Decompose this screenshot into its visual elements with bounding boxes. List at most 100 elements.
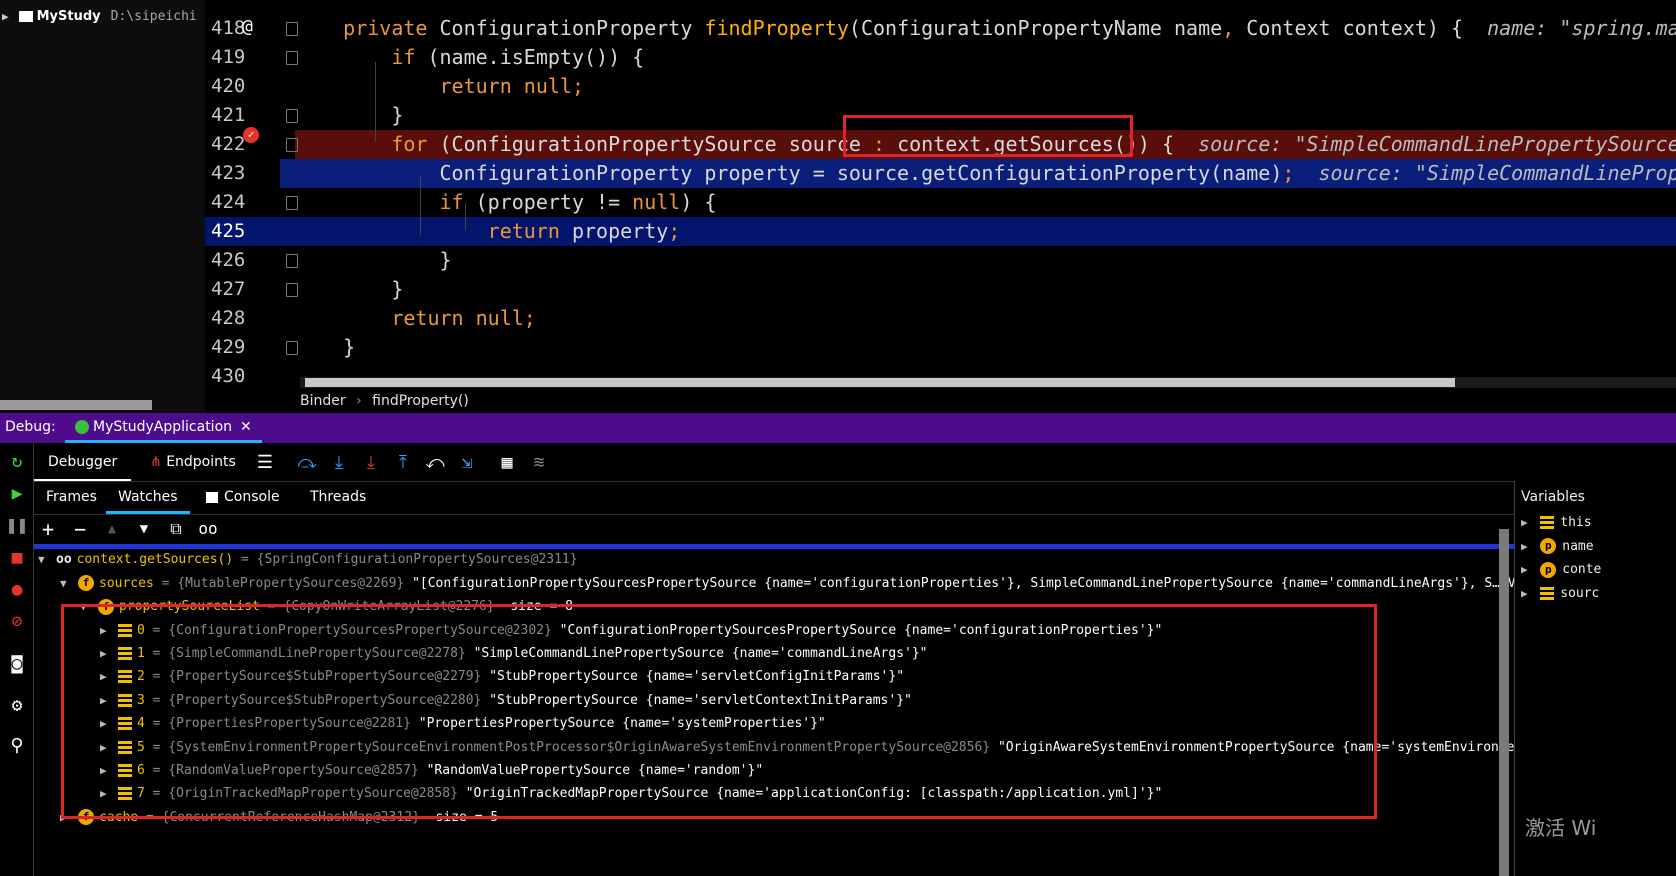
move-up-icon[interactable]: ▲ xyxy=(100,517,124,541)
variable-row[interactable]: ▶ p name xyxy=(1521,534,1594,559)
expand-arrow-icon[interactable]: ▶ xyxy=(1521,540,1534,553)
variable-row[interactable]: ▶ this xyxy=(1521,510,1592,535)
code-line[interactable]: if (property != null) { xyxy=(295,188,1676,217)
code-line[interactable]: ConfigurationProperty property = source.… xyxy=(280,159,1676,188)
step-into-icon[interactable]: ⤓ xyxy=(328,452,350,474)
view-breakpoints-icon[interactable]: ● xyxy=(6,579,28,601)
mute-breakpoints-icon[interactable]: ⊘ xyxy=(6,611,28,633)
line-number[interactable]: 428 xyxy=(211,304,255,333)
step-out-icon[interactable]: ⤒ xyxy=(392,452,414,474)
menu-icon[interactable]: ☰ xyxy=(254,452,276,474)
code-token: findProperty xyxy=(704,16,849,40)
move-down-icon[interactable]: ▼ xyxy=(132,517,156,541)
pin-icon[interactable]: ⚲ xyxy=(6,735,28,757)
code-line[interactable]: } xyxy=(295,246,1676,275)
tree-node-value: "[ConfigurationPropertySourcesPropertySo… xyxy=(412,575,1540,591)
fold-marker-icon[interactable] xyxy=(286,254,298,268)
expand-arrow-icon[interactable]: ▶ xyxy=(1521,563,1534,576)
tab-watches[interactable]: Watches xyxy=(106,481,190,514)
fold-marker-icon[interactable] xyxy=(286,138,298,152)
collapse-arrow-icon[interactable]: ▼ xyxy=(38,547,52,572)
tab-frames[interactable]: Frames xyxy=(34,481,109,514)
code-line[interactable]: return property; xyxy=(205,217,1676,246)
debugger-subtabs: Frames Watches Console Threads xyxy=(34,481,1579,515)
code-line[interactable]: } xyxy=(295,275,1676,304)
line-number[interactable]: 429 xyxy=(211,333,255,362)
breadcrumb-separator-icon: › xyxy=(356,393,362,409)
rerun-icon[interactable]: ↻ xyxy=(6,451,28,473)
parameter-icon: p xyxy=(1540,538,1557,554)
code-token: private xyxy=(295,16,440,40)
variable-row[interactable]: ▶ p conte xyxy=(1521,557,1601,582)
run-to-cursor-icon[interactable]: ⇲ xyxy=(456,452,478,474)
breakpoint-icon[interactable]: ✓ xyxy=(243,127,259,143)
camera-icon[interactable]: ◙ xyxy=(6,653,28,675)
code-token: if xyxy=(295,45,428,69)
evaluate-expression-icon[interactable]: ▦ xyxy=(496,452,518,474)
fold-marker-icon[interactable] xyxy=(286,109,298,123)
expand-arrow-icon[interactable]: ▶ xyxy=(1521,516,1534,529)
code-editor[interactable]: private ConfigurationProperty findProper… xyxy=(205,0,1676,413)
drop-frame-icon[interactable]: ⤺ xyxy=(424,452,446,474)
add-watch-icon[interactable]: + xyxy=(36,517,60,541)
code-token: } xyxy=(295,335,356,359)
debug-session-tab[interactable]: MyStudyApplication ✕ xyxy=(65,413,262,443)
line-number[interactable]: 419 xyxy=(211,43,255,72)
line-number[interactable]: 425 xyxy=(211,217,255,246)
code-line[interactable]: if (name.isEmpty()) { xyxy=(295,43,1676,72)
tree-row[interactable]: ▼ oo context.getSources() = {SpringConfigu… xyxy=(34,547,1574,572)
trace-icon[interactable]: ≋ xyxy=(528,452,550,474)
code-token: (ConfigurationPropertyName name xyxy=(848,16,1223,40)
override-marker-icon[interactable]: @ xyxy=(242,16,253,37)
code-token: source: "SimpleCommandLineProp xyxy=(1294,161,1676,185)
variable-row[interactable]: ▶ sourc xyxy=(1521,581,1599,606)
project-scrollbar[interactable] xyxy=(0,400,152,410)
expand-arrow-icon[interactable]: ▶ xyxy=(2,10,9,23)
line-number[interactable]: 423 xyxy=(211,159,255,188)
project-panel: ▶ MyStudy D:\sipeichi xyxy=(0,0,205,413)
tree-row[interactable]: ▼ f sources = {MutablePropertySources@2269… xyxy=(34,571,1574,596)
breadcrumb-method[interactable]: findProperty() xyxy=(372,393,469,409)
line-number[interactable]: 424 xyxy=(211,188,255,217)
project-root-row[interactable]: ▶ MyStudy D:\sipeichi xyxy=(0,6,197,26)
fold-marker-icon[interactable] xyxy=(286,51,298,65)
line-number[interactable]: 426 xyxy=(211,246,255,275)
fold-marker-icon[interactable] xyxy=(286,283,298,297)
line-number[interactable]: 427 xyxy=(211,275,255,304)
duplicate-icon[interactable]: ⧉ xyxy=(164,517,188,541)
line-number[interactable]: 420 xyxy=(211,72,255,101)
project-name: MyStudy xyxy=(36,8,101,24)
expand-arrow-icon[interactable]: ▶ xyxy=(1521,587,1534,600)
tab-threads[interactable]: Threads xyxy=(298,481,378,514)
fold-marker-icon[interactable] xyxy=(286,22,298,36)
tab-debugger[interactable]: Debugger xyxy=(34,443,132,481)
breadcrumb-class[interactable]: Binder xyxy=(300,393,346,409)
remove-watch-icon[interactable]: − xyxy=(68,517,92,541)
watches-scrollbar[interactable] xyxy=(1499,529,1509,876)
step-over-icon[interactable]: ⤼ xyxy=(296,452,318,474)
collapse-arrow-icon[interactable]: ▼ xyxy=(60,571,74,596)
gear-icon[interactable]: ⚙ xyxy=(6,695,28,717)
tab-console[interactable]: Console xyxy=(194,481,292,514)
tab-endpoints[interactable]: ⋔ Endpoints xyxy=(136,443,250,481)
pause-icon[interactable]: ❚❚ xyxy=(6,515,28,537)
force-step-into-icon[interactable]: ⤓ xyxy=(360,452,382,474)
line-number[interactable]: 430 xyxy=(211,362,255,391)
stop-icon[interactable]: ■ xyxy=(6,547,28,569)
editor-scrollbar-thumb[interactable] xyxy=(305,378,1455,387)
watches-toolbar: + − ▲ ▼ ⧉ oo xyxy=(34,515,1579,543)
code-line[interactable]: private ConfigurationProperty findProper… xyxy=(295,14,1676,43)
code-line[interactable]: return null; xyxy=(295,304,1676,333)
close-icon[interactable]: ✕ xyxy=(240,419,252,435)
code-token: ConfigurationProperty xyxy=(439,16,705,40)
code-line[interactable]: return null; xyxy=(295,72,1676,101)
code-token: Context context) { xyxy=(1246,16,1488,40)
watches-glasses-icon[interactable]: oo xyxy=(196,517,220,541)
fold-marker-icon[interactable] xyxy=(286,196,298,210)
line-number[interactable]: 421 xyxy=(211,101,255,130)
code-token: return xyxy=(295,219,572,243)
endpoints-icon: ⋔ xyxy=(150,454,167,470)
code-line[interactable]: } xyxy=(295,333,1676,362)
resume-icon[interactable]: ▶ xyxy=(6,483,28,505)
fold-marker-icon[interactable] xyxy=(286,341,298,355)
